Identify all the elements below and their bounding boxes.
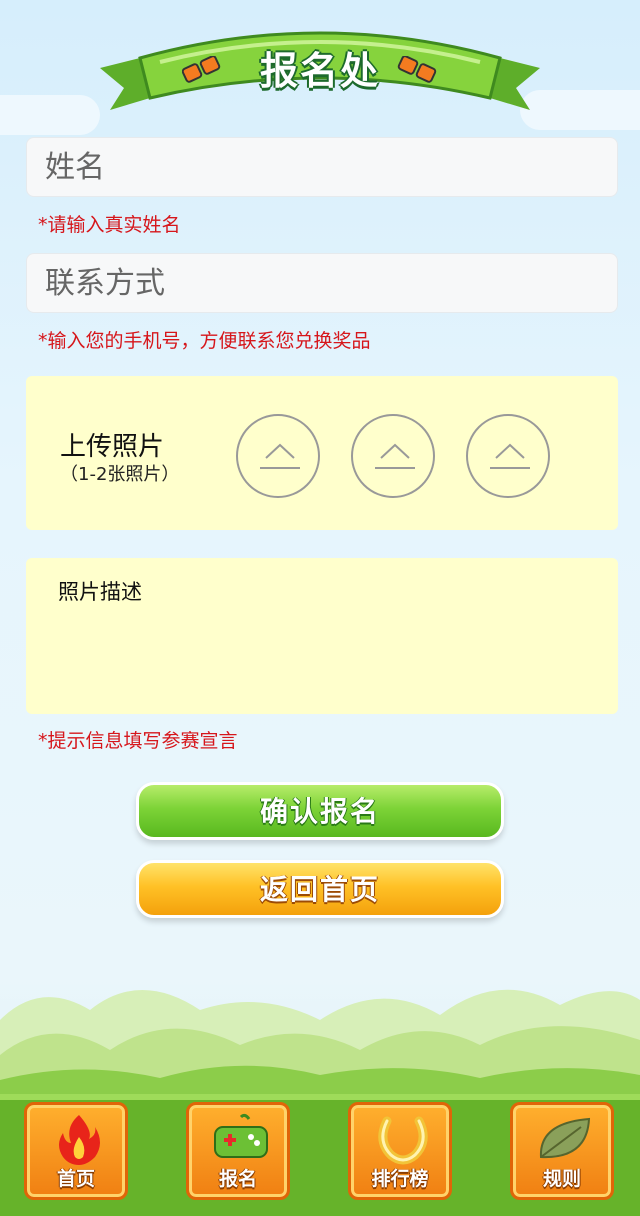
- nav-label: 排行榜: [371, 1168, 429, 1190]
- nav-label: 报名: [218, 1168, 257, 1190]
- nav-item-signup[interactable]: 报名: [186, 1102, 290, 1200]
- description-textarea[interactable]: 照片描述: [26, 558, 618, 714]
- leaf-icon: [539, 1117, 591, 1159]
- upload-subtitle: （1-2张照片）: [60, 464, 180, 485]
- name-field[interactable]: 姓名: [26, 137, 618, 197]
- nav-label: 规则: [542, 1168, 581, 1190]
- upload-photo-button[interactable]: [236, 414, 320, 498]
- nav-item-ranking[interactable]: 排行榜: [348, 1102, 452, 1200]
- upload-panel: 上传照片 （1-2张照片）: [26, 376, 618, 530]
- bottom-nav: 首页 报名 排行榜 规则: [0, 1094, 640, 1216]
- contact-hint: *输入您的手机号，方便联系您兑换奖品: [38, 330, 371, 352]
- upload-arrow-icon: [375, 443, 415, 469]
- horseshoe-icon: [378, 1116, 428, 1165]
- upload-photo-button[interactable]: [351, 414, 435, 498]
- page-title: 报名处: [259, 49, 380, 93]
- name-hint: *请输入真实姓名: [38, 214, 181, 236]
- upload-title: 上传照片: [60, 432, 165, 462]
- nav-label: 首页: [56, 1168, 95, 1190]
- upload-arrow-icon: [490, 443, 530, 469]
- nav-item-home[interactable]: 首页: [24, 1102, 128, 1200]
- description-hint: *提示信息填写参赛宣言: [38, 730, 238, 752]
- cloud: [0, 95, 100, 135]
- upload-arrow-icon: [260, 443, 300, 469]
- upload-photo-button[interactable]: [466, 414, 550, 498]
- back-home-button[interactable]: 返回首页: [136, 860, 504, 918]
- nav-item-rules[interactable]: 规则: [510, 1102, 614, 1200]
- gamepad-icon: [214, 1113, 268, 1158]
- description-label: 照片描述: [58, 580, 142, 604]
- title-banner: 报名处: [100, 18, 540, 128]
- confirm-signup-button[interactable]: 确认报名: [136, 782, 504, 840]
- contact-field[interactable]: 联系方式: [26, 253, 618, 313]
- fire-icon: [59, 1115, 100, 1165]
